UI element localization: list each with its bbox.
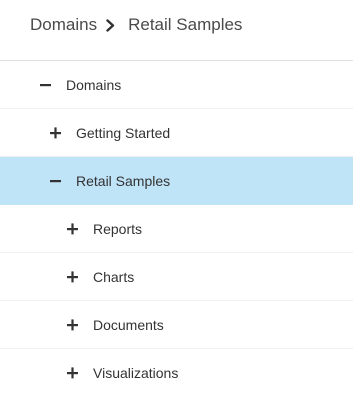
breadcrumb: Domains Retail Samples xyxy=(0,0,353,50)
plus-icon[interactable] xyxy=(67,222,85,235)
tree-item-label: Reports xyxy=(93,220,143,237)
tree-item-label: Getting Started xyxy=(76,124,171,141)
chevron-right-icon xyxy=(106,18,115,32)
tree-item-documents[interactable]: Documents xyxy=(0,301,353,349)
plus-icon[interactable] xyxy=(67,270,85,283)
tree-item-label: Retail Samples xyxy=(76,172,171,189)
tree-item-domains[interactable]: Domains xyxy=(0,61,353,109)
tree-item-label: Domains xyxy=(66,76,122,93)
minus-icon[interactable] xyxy=(50,175,68,187)
tree-item-label: Visualizations xyxy=(93,365,179,381)
breadcrumb-item-domains[interactable]: Domains xyxy=(30,15,97,35)
tree-item-label: Documents xyxy=(93,316,164,333)
plus-icon[interactable] xyxy=(50,126,68,139)
tree-item-label: Charts xyxy=(93,268,135,285)
tree-item-visualizations[interactable]: Visualizations xyxy=(0,349,353,397)
tree-item-getting-started[interactable]: Getting Started xyxy=(0,109,353,157)
tree-item-charts[interactable]: Charts xyxy=(0,253,353,301)
tree-item-retail-samples[interactable]: Retail Samples xyxy=(0,157,353,205)
minus-icon[interactable] xyxy=(40,79,58,91)
domain-tree: Domains Getting Started Retail Samples R… xyxy=(0,61,353,397)
plus-icon[interactable] xyxy=(67,367,85,379)
breadcrumb-item-retail-samples: Retail Samples xyxy=(128,15,243,34)
plus-icon[interactable] xyxy=(67,318,85,331)
tree-item-reports[interactable]: Reports xyxy=(0,205,353,253)
